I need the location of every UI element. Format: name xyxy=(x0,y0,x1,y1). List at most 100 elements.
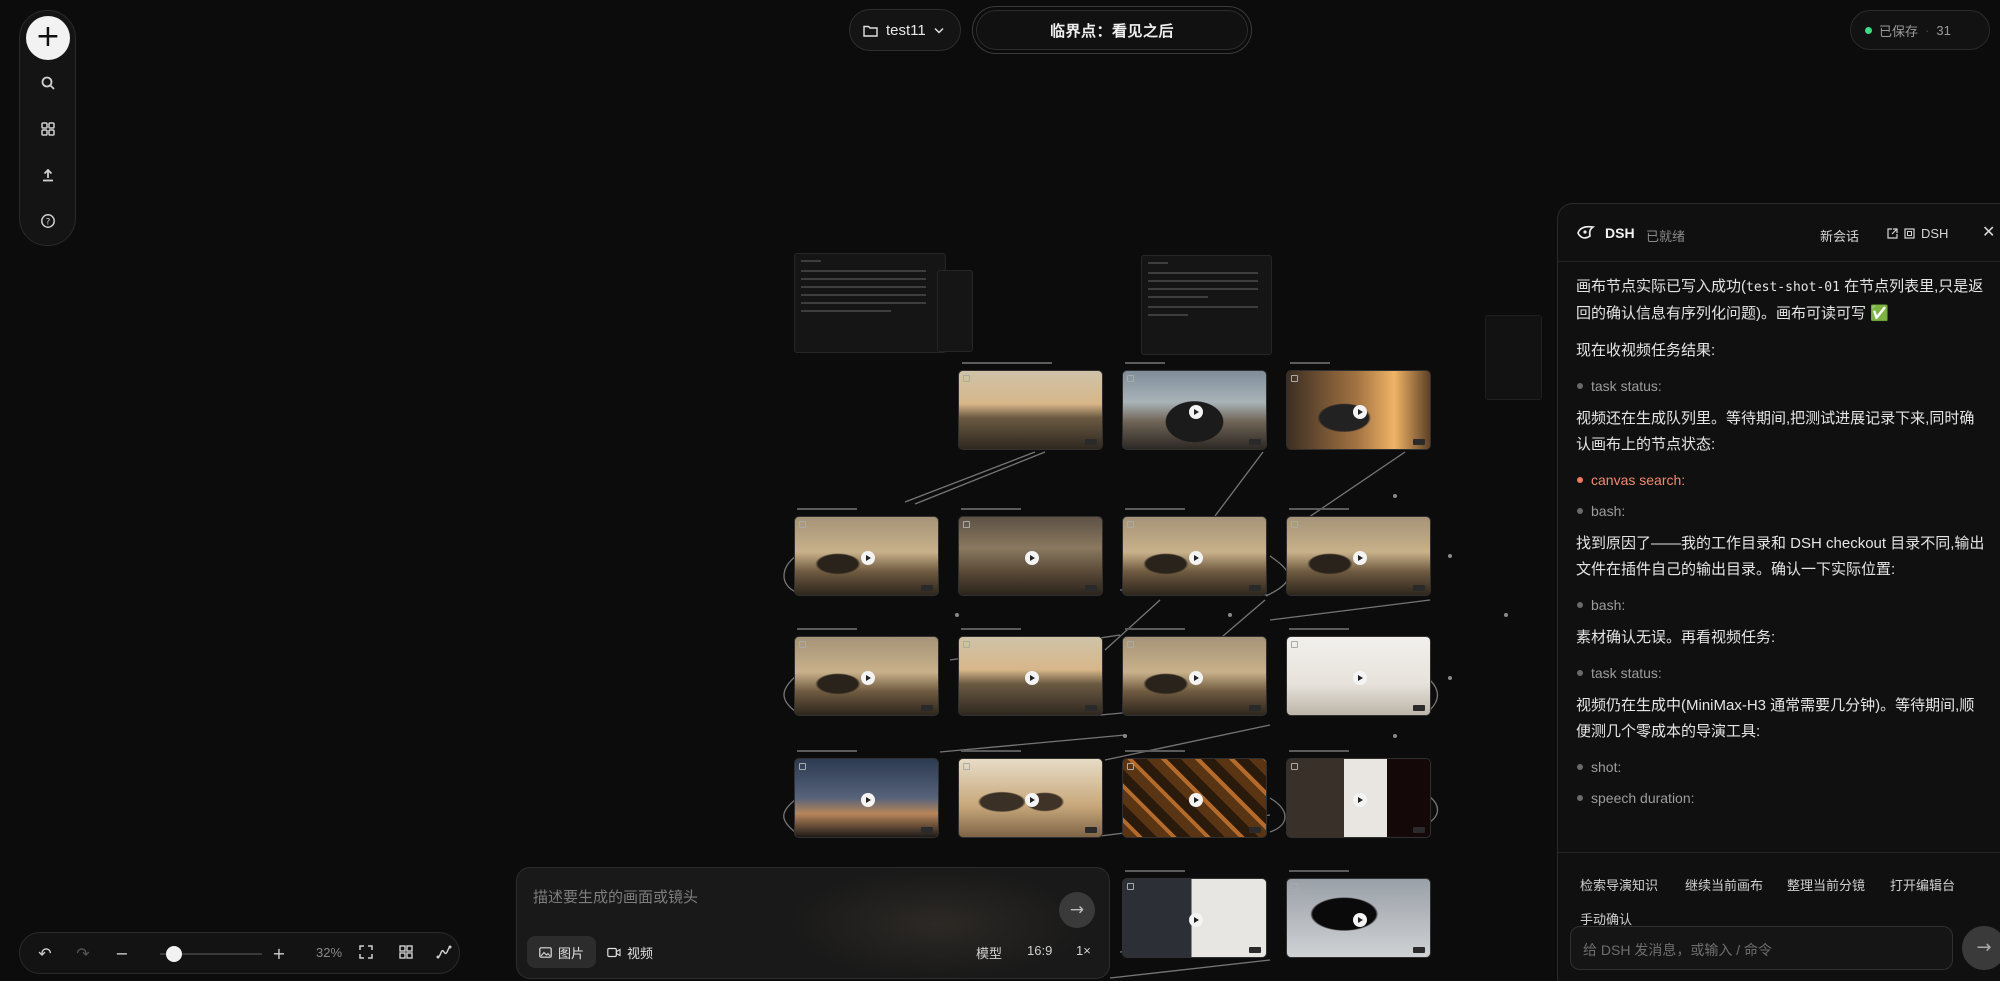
shot-thumbnail[interactable] xyxy=(794,636,939,716)
tool-call[interactable]: bash: xyxy=(1576,500,1986,522)
play-icon[interactable] xyxy=(1353,551,1367,565)
shot-thumbnail[interactable] xyxy=(1122,370,1267,450)
quick-action-knowledge[interactable]: 检索导演知识 xyxy=(1580,875,1658,894)
aspect-ratio-selector[interactable]: 16:9 xyxy=(1027,943,1052,958)
play-icon[interactable] xyxy=(1353,913,1367,927)
text-note[interactable] xyxy=(1141,255,1272,355)
grid-toggle-button[interactable] xyxy=(396,944,416,964)
grid-icon xyxy=(41,122,55,136)
export-button[interactable]: DSH xyxy=(1887,226,1948,241)
save-status-label: 已保存 xyxy=(1879,23,1919,39)
document-title: 临界点：看见之后 xyxy=(1049,22,1174,40)
assistant-header: DSH 已就绪 新会话 DSH ✕ xyxy=(1558,204,2000,262)
shot-thumbnail[interactable] xyxy=(1286,758,1431,838)
shot-thumbnail[interactable] xyxy=(1286,878,1431,958)
grid-button[interactable] xyxy=(34,115,62,143)
zoom-slider-handle[interactable] xyxy=(166,946,182,962)
shot-thumbnail[interactable] xyxy=(794,516,939,596)
play-icon[interactable] xyxy=(1189,405,1203,419)
shot-thumbnail[interactable] xyxy=(958,636,1103,716)
zoom-slider[interactable] xyxy=(160,946,262,962)
fit-view-button[interactable] xyxy=(356,944,376,964)
document-title-box[interactable]: 临界点：看见之后 xyxy=(972,6,1252,54)
count-selector[interactable]: 1× xyxy=(1076,943,1091,958)
tool-call[interactable]: shot: xyxy=(1576,756,1986,778)
quick-action-editor[interactable]: 打开编辑台 xyxy=(1890,875,1955,894)
shot-thumbnail[interactable] xyxy=(958,758,1103,838)
play-icon[interactable] xyxy=(1025,671,1039,685)
tool-call[interactable]: speech duration: xyxy=(1576,787,1986,809)
generate-button[interactable]: → xyxy=(1059,892,1095,928)
tool-call[interactable]: task status: xyxy=(1576,375,1986,397)
shot-thumbnail[interactable] xyxy=(1122,636,1267,716)
zoom-in-button[interactable]: + xyxy=(269,944,289,964)
shot-label xyxy=(961,628,1021,630)
play-icon[interactable] xyxy=(1189,913,1203,927)
shot-label xyxy=(1125,870,1185,872)
message-text: 视频仍在生成中(MiniMax-H3 通常需要几分钟)。等待期间,顺便测几个零成… xyxy=(1576,697,1975,740)
arrow-right-icon: → xyxy=(1976,937,1992,958)
upload-icon xyxy=(43,168,53,182)
tool-call[interactable]: task status: xyxy=(1576,662,1986,684)
upload-button[interactable] xyxy=(34,161,62,189)
side-node[interactable] xyxy=(1485,315,1542,400)
shot-thumbnail[interactable] xyxy=(1286,636,1431,716)
text-note[interactable] xyxy=(937,270,973,352)
play-icon[interactable] xyxy=(861,793,875,807)
assistant-name: DSH xyxy=(1605,225,1635,241)
play-icon[interactable] xyxy=(1189,793,1203,807)
tool-call[interactable]: bash: xyxy=(1576,594,1986,616)
tool-call-active[interactable]: canvas search: xyxy=(1576,469,1986,491)
shot-thumbnail[interactable] xyxy=(1286,370,1431,450)
shot-thumbnail[interactable] xyxy=(1122,516,1267,596)
help-icon: ? xyxy=(41,214,55,228)
folder-icon xyxy=(863,25,878,37)
play-icon[interactable] xyxy=(1025,551,1039,565)
project-selector[interactable]: test11 xyxy=(849,9,961,51)
text-note[interactable] xyxy=(794,253,946,353)
shot-label xyxy=(797,750,857,752)
shot-thumbnail[interactable] xyxy=(958,516,1103,596)
redo-button[interactable]: ↷ xyxy=(73,944,93,964)
shot-label xyxy=(1125,508,1185,510)
close-panel-button[interactable]: ✕ xyxy=(1982,222,1995,241)
shot-label xyxy=(961,750,1021,752)
composer-backdrop xyxy=(787,868,1087,978)
play-icon[interactable] xyxy=(1025,793,1039,807)
message-text: 现在收视频任务结果: xyxy=(1576,342,1716,359)
quick-action-organize[interactable]: 整理当前分镜 xyxy=(1787,875,1865,894)
new-chat-button[interactable]: 新会话 xyxy=(1820,226,1859,245)
play-icon[interactable] xyxy=(1353,405,1367,419)
mode-video-tab[interactable]: 视频 xyxy=(595,936,665,968)
play-icon[interactable] xyxy=(1353,671,1367,685)
shot-thumbnail[interactable] xyxy=(1122,758,1267,838)
play-icon[interactable] xyxy=(1189,671,1203,685)
undo-button[interactable]: ↶ xyxy=(35,944,55,964)
prompt-input[interactable]: 描述要生成的画面或镜头 xyxy=(533,886,698,907)
connect-button[interactable] xyxy=(434,944,454,964)
mode-image-tab[interactable]: 图片 xyxy=(527,936,597,968)
shot-thumbnail[interactable] xyxy=(1286,516,1431,596)
add-node-button[interactable]: + xyxy=(26,16,70,60)
shot-thumbnail[interactable] xyxy=(1122,878,1267,958)
save-status: 已保存 · 31 xyxy=(1850,10,1990,50)
shot-thumbnail[interactable] xyxy=(794,758,939,838)
search-button[interactable] xyxy=(34,69,62,97)
help-button[interactable]: ? xyxy=(34,207,62,235)
zoom-out-button[interactable]: − xyxy=(112,944,132,964)
play-icon[interactable] xyxy=(861,671,875,685)
assistant-panel: DSH 已就绪 新会话 DSH ✕ 画布节点实际已写入成功(test-shot-… xyxy=(1557,203,2000,981)
save-count: 31 xyxy=(1936,22,1951,38)
send-message-button[interactable]: → xyxy=(1962,926,2000,970)
play-icon[interactable] xyxy=(1353,793,1367,807)
model-selector[interactable]: 模型 xyxy=(976,943,1002,962)
zoom-out-icon: − xyxy=(115,944,129,963)
bullet-icon xyxy=(1577,477,1583,483)
mode-image-label: 图片 xyxy=(558,945,585,961)
chat-input[interactable]: 给 DSH 发消息，或输入 / 命令 xyxy=(1570,926,1953,970)
quick-action-continue[interactable]: 继续当前画布 xyxy=(1685,875,1763,894)
chevron-down-icon xyxy=(934,27,944,34)
play-icon[interactable] xyxy=(1189,551,1203,565)
play-icon[interactable] xyxy=(861,551,875,565)
shot-thumbnail[interactable] xyxy=(958,370,1103,450)
